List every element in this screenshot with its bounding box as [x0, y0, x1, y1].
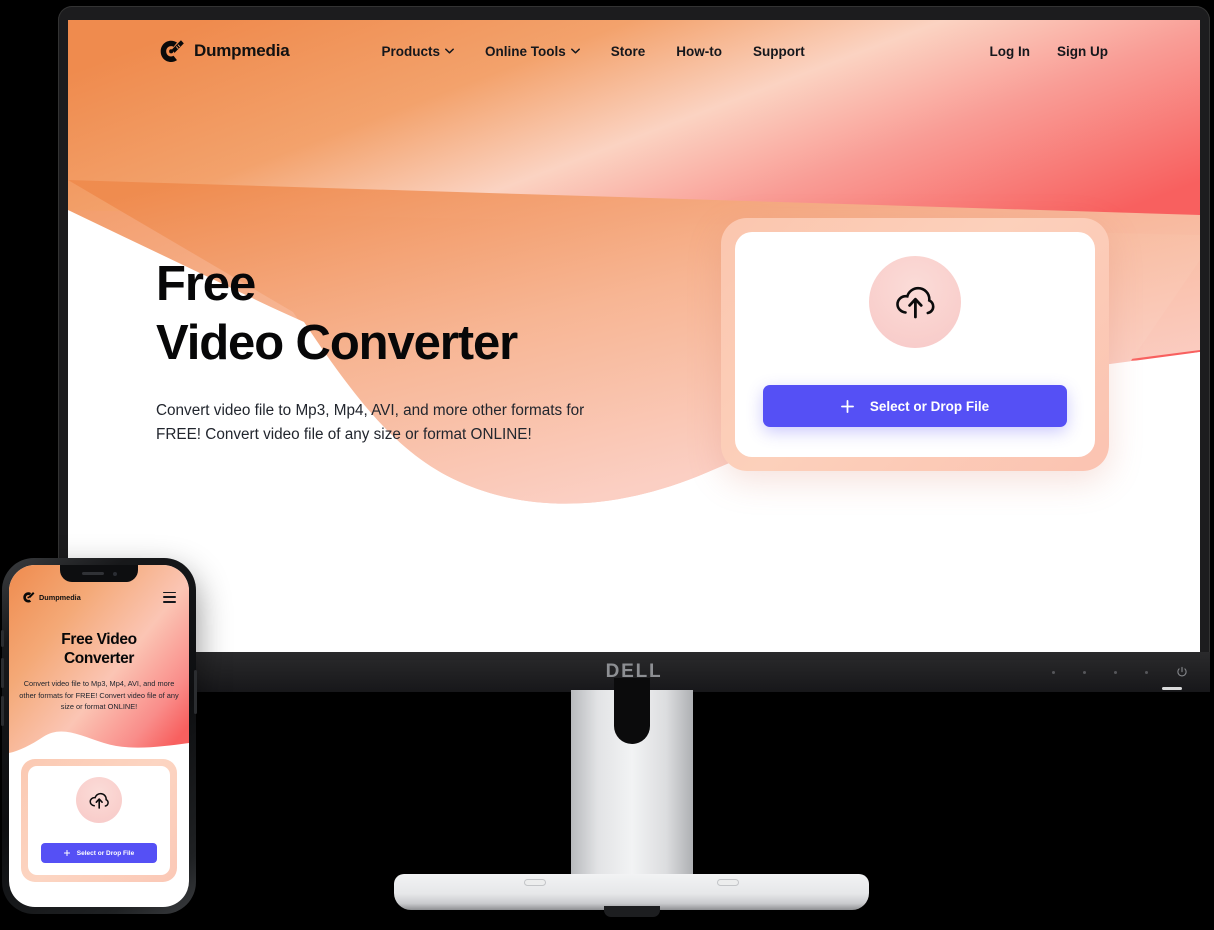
monitor-device: Dumpmedia Products Online Tools Store Ho…	[58, 6, 1210, 692]
hero-subtitle: Convert video file to Mp3, Mp4, AVI, and…	[156, 401, 585, 444]
stand-base-screw	[524, 879, 546, 886]
auth-nav: Log In Sign Up	[990, 44, 1171, 59]
hero-copy: Free Video Converter Convert video file …	[156, 255, 676, 448]
power-icon[interactable]	[1176, 666, 1188, 678]
stand-base-foot	[603, 906, 660, 917]
phone-upload-card-frame: Select or Drop File	[21, 759, 177, 882]
nav-item-online-tools[interactable]: Online Tools	[485, 44, 580, 59]
monitor-screen: Dumpmedia Products Online Tools Store Ho…	[68, 20, 1200, 652]
site-header: Dumpmedia Products Online Tools Store Ho…	[68, 20, 1200, 82]
nav-item-label: Products	[381, 43, 441, 59]
sign-up-link[interactable]: Sign Up	[1057, 44, 1108, 59]
dumpmedia-logo-icon	[23, 591, 35, 603]
primary-nav: Products Online Tools Store How-to Suppo…	[382, 44, 805, 59]
plus-icon	[840, 399, 854, 413]
nav-item-support[interactable]: Support	[753, 44, 805, 59]
bezel-button-dot[interactable]	[1114, 670, 1117, 674]
monitor-stand-base	[394, 874, 869, 917]
phone-volume-down-button[interactable]	[1, 696, 4, 726]
hamburger-bar	[163, 600, 176, 603]
phone-brand-name: Dumpmedia	[39, 592, 81, 602]
phone-notch	[60, 565, 138, 582]
brand-logo-link[interactable]: Dumpmedia	[158, 38, 290, 65]
bezel-button-dot[interactable]	[1052, 670, 1055, 674]
nav-item-label: Store	[610, 43, 646, 59]
phone-brand-logo-link[interactable]: Dumpmedia	[22, 591, 81, 604]
hamburger-menu-icon[interactable]	[163, 591, 176, 603]
upload-card-frame: Select or Drop File	[721, 218, 1109, 471]
phone-upload-card[interactable]: Select or Drop File	[28, 766, 170, 875]
phone-screen: Dumpmedia Free Video Converter Convert v…	[9, 565, 189, 907]
phone-title-line2: Converter	[63, 649, 135, 667]
phone-select-file-button-label: Select or Drop File	[76, 849, 135, 857]
phone-hero-copy: Free Video Converter Convert video file …	[9, 631, 189, 713]
phone-mute-button[interactable]	[1, 630, 4, 647]
phone-select-or-drop-file-button[interactable]: Select or Drop File	[41, 843, 157, 863]
chevron-down-icon	[445, 48, 454, 54]
log-in-link[interactable]: Log In	[990, 44, 1031, 59]
dumpmedia-logo-icon	[160, 39, 184, 62]
nav-item-how-to[interactable]: How-to	[676, 44, 722, 59]
nav-item-label: Online Tools	[485, 43, 566, 59]
chevron-down-icon	[570, 48, 580, 54]
hamburger-bar	[163, 591, 176, 594]
phone-site-header: Dumpmedia	[9, 586, 189, 608]
phone-power-button[interactable]	[194, 670, 197, 714]
monitor-bezel-controls	[1052, 652, 1188, 692]
phone-volume-up-button[interactable]	[1, 658, 4, 688]
brand-name: Dumpmedia	[194, 41, 290, 60]
phone-upload-icon-circle	[76, 777, 122, 823]
bezel-button-dot[interactable]	[1083, 670, 1086, 674]
cloud-upload-icon	[89, 792, 109, 809]
phone-hero-subtitle: Convert video file to Mp3, Mp4, AVI, and…	[19, 678, 179, 712]
phone-title-line1: Free Video	[61, 631, 137, 648]
monitor-stand-neck	[571, 678, 693, 882]
stand-base-screw	[717, 879, 739, 886]
page-title: Free Video Converter	[156, 255, 676, 373]
phone-front-camera	[112, 571, 117, 576]
nav-item-products[interactable]: Products	[382, 44, 455, 59]
nav-item-store[interactable]: Store	[611, 44, 646, 59]
select-file-button-label: Select or Drop File	[869, 398, 990, 414]
plus-icon	[63, 850, 70, 856]
phone-page-title: Free Video Converter	[19, 631, 179, 669]
cloud-upload-icon	[896, 286, 935, 319]
phone-earpiece-speaker	[81, 572, 104, 575]
hero-title-line2: Video Converter	[156, 315, 518, 370]
upload-icon-circle	[869, 256, 961, 348]
bezel-button-dot[interactable]	[1145, 670, 1148, 674]
select-or-drop-file-button[interactable]: Select or Drop File	[763, 385, 1067, 427]
bezel-indicator-strip	[1162, 687, 1182, 690]
cable-management-slot	[614, 678, 650, 744]
hamburger-bar	[163, 596, 176, 598]
nav-item-label: Support	[753, 43, 805, 59]
hero-title-line1: Free	[156, 257, 256, 311]
nav-item-label: How-to	[676, 43, 723, 59]
phone-device: Dumpmedia Free Video Converter Convert v…	[1, 558, 197, 914]
upload-card[interactable]: Select or Drop File	[735, 232, 1095, 457]
